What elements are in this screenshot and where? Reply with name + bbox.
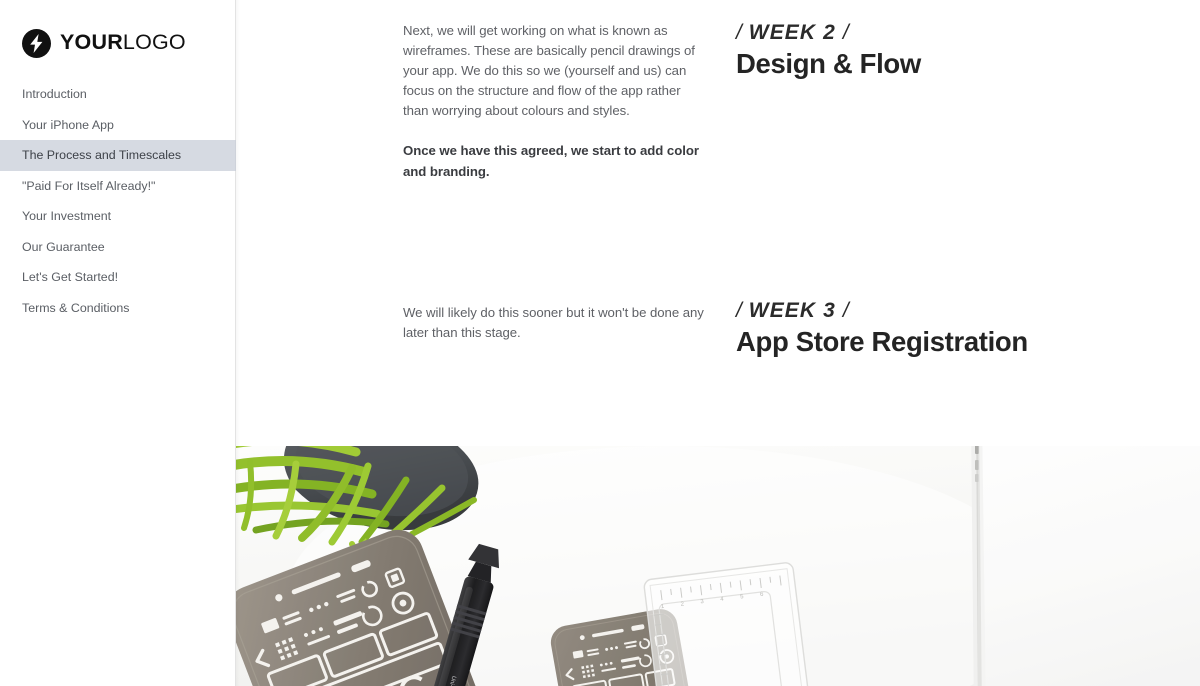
section-2-paragraph: We will likely do this sooner but it won… [403,305,704,341]
eyebrow-slash-right-1: / [842,21,849,44]
hero-photo: Uni-ball 1 2 3 4 5 6 [236,446,1200,686]
section-1-heading-group: / WEEK 2 / Design & Flow [736,20,921,81]
section-1-eyebrow-label: WEEK 2 [748,21,836,44]
eyebrow-slash-right-2: / [842,299,849,322]
page-root: YOURLOGO Introduction Your iPhone App Th… [0,0,1200,686]
eyebrow-slash-left-1: / [736,21,742,44]
section-1-text: Next, we will get working on what is kno… [403,21,708,182]
section-1-eyebrow: / WEEK 2 / [736,20,921,45]
sidebar-item-your-investment[interactable]: Your Investment [0,201,236,232]
section-2-eyebrow: / WEEK 3 / [736,298,1028,323]
section-2-text: We will likely do this sooner but it won… [403,303,708,343]
sidebar-item-the-process-and-timescales[interactable]: The Process and Timescales [0,140,236,171]
sidebar-item-paid-for-itself-already[interactable]: "Paid For Itself Already!" [0,171,236,202]
section-1-paragraph-strong: Once we have this agreed, we start to ad… [403,143,699,179]
section-2-heading: App Store Registration [736,326,1028,358]
sidebar-item-lets-get-started[interactable]: Let's Get Started! [0,262,236,293]
sidebar-item-introduction[interactable]: Introduction [0,79,236,110]
section-2-eyebrow-label: WEEK 3 [748,299,836,322]
lightning-bolt-icon [22,28,51,58]
section-2-heading-group: / WEEK 3 / App Store Registration [736,298,1028,359]
section-1-heading: Design & Flow [736,48,921,80]
sidebar: YOURLOGO Introduction Your iPhone App Th… [0,0,240,686]
sidebar-item-our-guarantee[interactable]: Our Guarantee [0,232,236,263]
logo-text-bold: YOUR [60,30,123,55]
sidebar-item-your-iphone-app[interactable]: Your iPhone App [0,110,236,141]
logo-text-light: LOGO [122,30,186,55]
sidebar-item-terms-and-conditions[interactable]: Terms & Conditions [0,293,236,324]
sidebar-nav: Introduction Your iPhone App The Process… [0,79,236,323]
section-1-paragraph: Next, we will get working on what is kno… [403,23,695,119]
logo-wordmark: YOURLOGO [60,32,186,54]
main-content: Next, we will get working on what is kno… [236,0,1200,446]
brand-logo[interactable]: YOURLOGO [22,28,186,58]
eyebrow-slash-left-2: / [736,299,742,322]
